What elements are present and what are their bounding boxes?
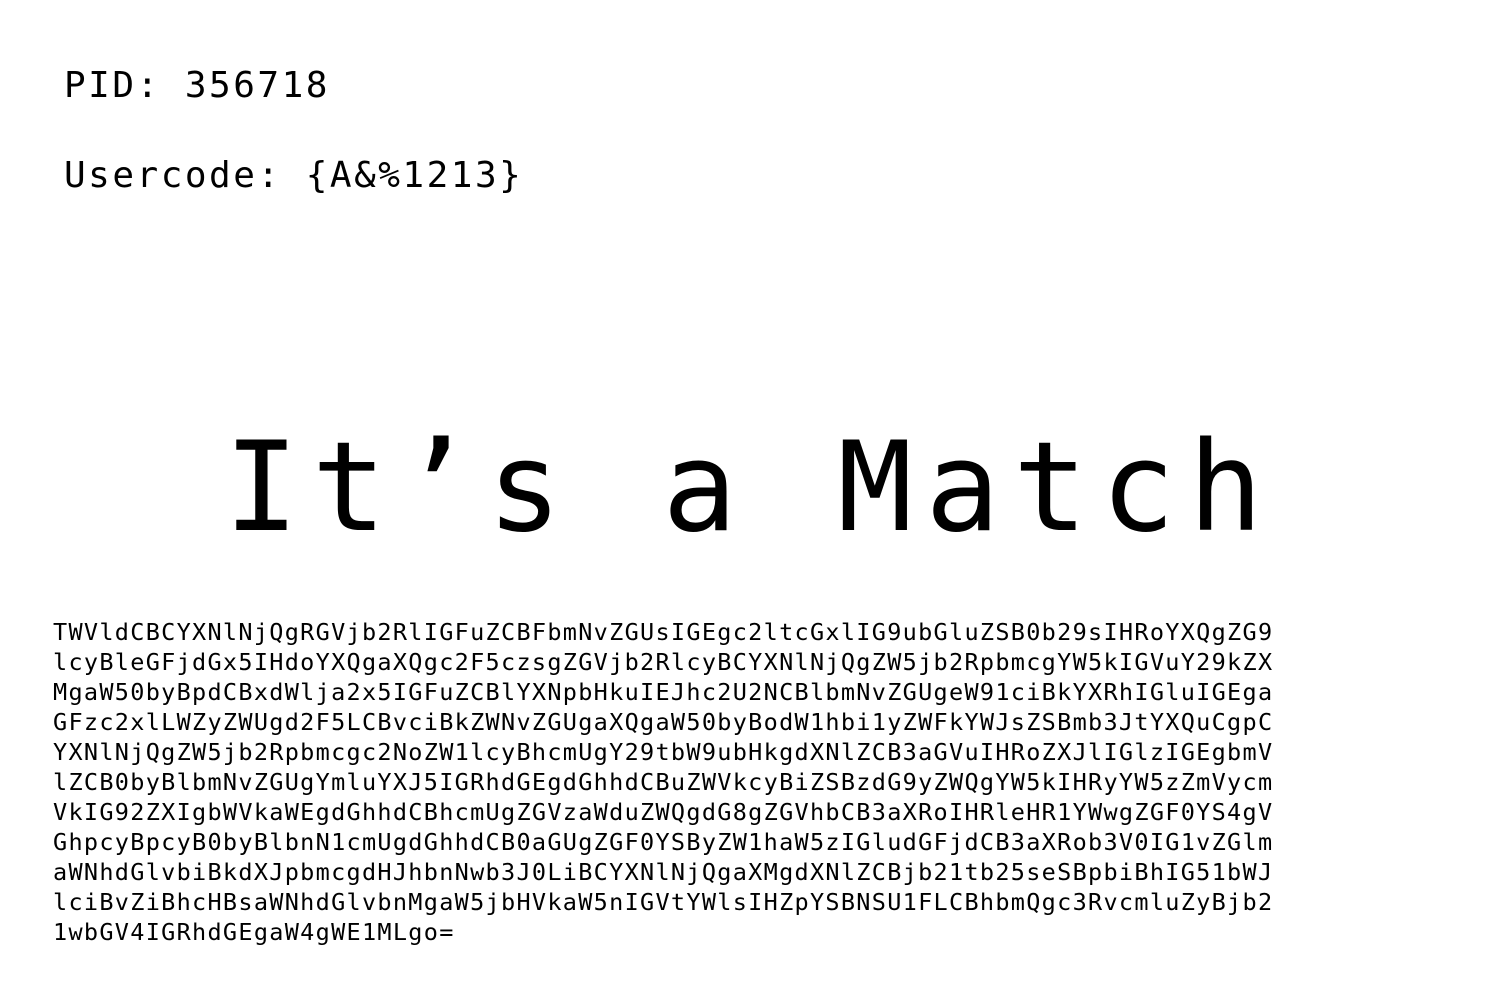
encoded-text-line: lZCB0byBlbmNvZGUgYmluYXJ5IGRhdGEgdGhhdCB… <box>53 768 1274 796</box>
encoded-text-line: lciBvZiBhcHBsaWNhdGlvbnMgaW5jbHVkaW5nIGV… <box>53 888 1274 916</box>
encoded-text-line: MgaW50byBpdCBxdWlja2x5IGFuZCBlYXNpbHkuIE… <box>53 678 1274 706</box>
encoded-text-line: aWNhdGlvbiBkdXJpbmcgdHJhbnNwb3J0LiBCYXNl… <box>53 858 1274 886</box>
encoded-text-line: TWVldCBCYXNlNjQgRGVjb2RlIGFuZCBFbmNvZGUs… <box>53 618 1274 646</box>
encoded-text-line: YXNlNjQgZW5jb2Rpbmcgc2NoZW1lcyBhcmUgY29t… <box>53 738 1274 766</box>
match-headline: It’s a Match <box>224 416 1276 560</box>
encoded-text-line: GhpcyBpcyB0byBlbnN1cmUgdGhhdCB0aGUgZGF0Y… <box>53 828 1274 856</box>
pid-label: PID: 356718 <box>64 65 330 106</box>
encoded-text-block: TWVldCBCYXNlNjQgRGVjb2RlIGFuZCBFbmNvZGUs… <box>53 617 1453 947</box>
usercode-label: Usercode: {A&%1213} <box>64 155 524 196</box>
encoded-text-line: GFzc2xlLWZyZWUgd2F5LCBvciBkZWNvZGUgaXQga… <box>53 708 1274 736</box>
encoded-text-line: lcyBleGFjdGx5IHdoYXQgaXQgc2F5czsgZGVjb2R… <box>53 648 1274 676</box>
encoded-text-line: VkIG92ZXIgbWVkaWEgdGhhdCBhcmUgZGVzaWduZW… <box>53 798 1274 826</box>
encoded-text-line: 1wbGV4IGRhdGEgaW4gWE1MLgo= <box>53 918 455 946</box>
